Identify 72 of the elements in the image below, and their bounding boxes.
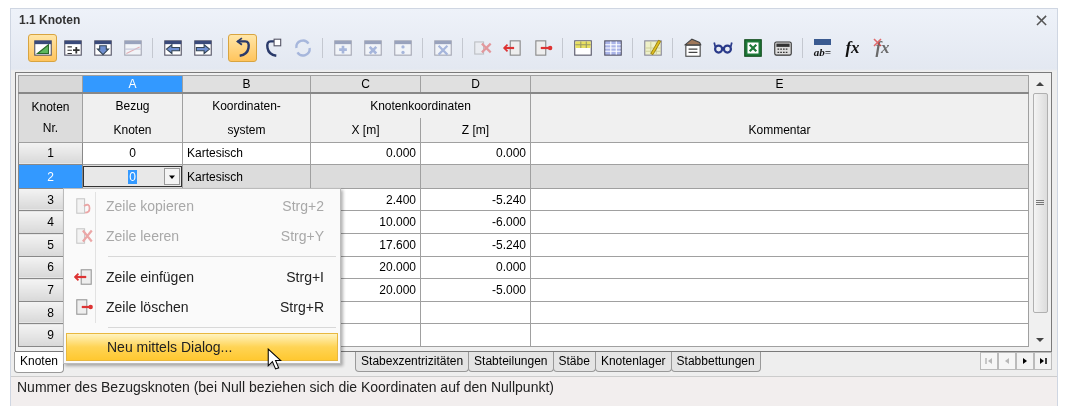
sheet-tab[interactable]: Stabexzentrizitäten — [355, 352, 470, 372]
column-header: Kommentar — [530, 117, 1029, 143]
column-header: Koordinaten- — [182, 93, 311, 118]
arrow-right-icon — [191, 37, 214, 59]
header-table-icon — [571, 37, 594, 59]
window-title: 1.1 Knoten — [19, 13, 81, 27]
column-header: Bezug — [82, 93, 183, 118]
column-header: Z [m] — [420, 117, 531, 143]
table-cell: 0.000 — [495, 146, 526, 161]
dropdown-button[interactable] — [164, 168, 180, 186]
triangle-button[interactable] — [28, 34, 57, 62]
table-cell: -6.000 — [491, 215, 526, 230]
table-cell: -5.000 — [491, 282, 526, 297]
table-cell: 20.000 — [379, 260, 416, 275]
table-cell: 0 — [129, 146, 136, 161]
table-cell: 20.000 — [379, 282, 416, 297]
table-cell: 2.400 — [385, 192, 416, 207]
insert-row-icon — [501, 37, 524, 59]
column-header: Knoten — [82, 117, 183, 143]
arrow-down-table-icon — [91, 37, 114, 59]
status-bar: Nummer des Bezugsknoten (bei Null beziehen sich die Koordinaten auf den Nullpunkt) — [11, 376, 1057, 406]
table-cell: Kartesisch — [187, 169, 244, 184]
column-letter-header[interactable]: E — [530, 75, 1029, 94]
column-letter-header[interactable]: C — [310, 75, 421, 94]
row-number[interactable]: 1 — [18, 142, 83, 165]
pen-table-icon — [641, 37, 664, 59]
shortcut-label: Strg+I — [286, 269, 325, 285]
sheet-tab[interactable]: Knotenlager — [594, 352, 672, 372]
arrow-left-icon — [161, 37, 184, 59]
sheet-tab[interactable]: Knoten — [14, 352, 65, 373]
table-cell: 0.000 — [385, 146, 416, 161]
plus-icon — [331, 37, 354, 59]
colon-icon — [391, 37, 414, 59]
shortcut-label: Strg+R — [280, 299, 325, 315]
delete-row-icon — [74, 297, 94, 317]
table-cell: Kartesisch — [187, 146, 244, 161]
curve-right-button[interactable] — [228, 34, 257, 62]
column-group-header: Knotenkoordinaten — [310, 93, 531, 118]
table-cell: -5.240 — [491, 237, 526, 252]
column-header: X [m] — [310, 117, 421, 143]
grid-table-icon — [601, 37, 624, 59]
spreadsheet-icon — [741, 37, 764, 59]
scroll-down-icon[interactable] — [1035, 335, 1045, 345]
x-box-icon — [431, 37, 454, 59]
shortcut-label: Strg+Y — [280, 228, 325, 244]
last-icon — [1038, 356, 1048, 366]
insert-rows-icon — [61, 37, 84, 59]
next-button[interactable] — [1016, 352, 1034, 370]
clear-row-icon — [74, 226, 94, 246]
column-letter-header[interactable]: D — [420, 75, 531, 94]
first-icon — [984, 356, 994, 366]
ab-equals-button[interactable]: ab= — [808, 34, 837, 62]
shortcut-label: Strg+2 — [282, 198, 325, 214]
column-header: system — [182, 117, 311, 143]
sheet-tab[interactable]: Stabbettungen — [670, 352, 761, 372]
table-cell: -5.240 — [491, 192, 526, 207]
table-cell: 10.000 — [379, 215, 416, 230]
table-cell: 0.000 — [495, 260, 526, 275]
scroll-up-icon[interactable] — [1035, 79, 1045, 89]
sheet-tab[interactable]: Stabteilungen — [468, 352, 554, 372]
close-button[interactable]: × — [1031, 11, 1051, 29]
graph-table-icon — [121, 37, 144, 59]
sheet-tab[interactable]: Stäbe — [552, 352, 596, 372]
fx-button[interactable]: fx — [838, 34, 867, 62]
insert-row-icon — [74, 267, 94, 287]
scrollbar-thumb[interactable] — [1032, 93, 1048, 313]
menu-item[interactable]: Neu mittels Dialog... — [66, 333, 338, 361]
row-number-header: Knoten Nr. — [18, 93, 83, 143]
last-button[interactable] — [1034, 352, 1052, 370]
cross-icon — [361, 37, 384, 59]
column-letter-header[interactable]: B — [182, 75, 311, 94]
table-cell: 17.600 — [379, 237, 416, 252]
